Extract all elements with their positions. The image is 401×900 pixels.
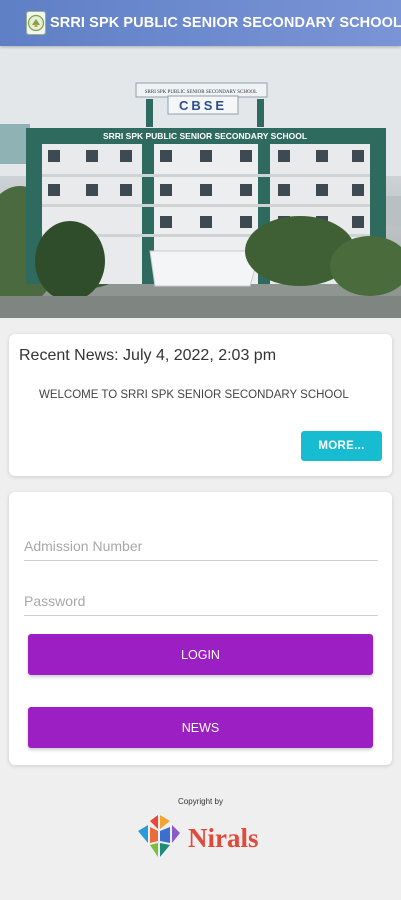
admission-number-field bbox=[24, 532, 378, 561]
more-button[interactable]: MORE... bbox=[301, 431, 382, 461]
news-button[interactable]: NEWS bbox=[28, 707, 373, 748]
hero-sign-top: SRRI SPK PUBLIC SENIOR SECONDARY SCHOOL bbox=[145, 90, 257, 95]
school-logo-icon bbox=[26, 11, 46, 35]
app-header: SRRI SPK PUBLIC SENIOR SECONDARY SCHOOL bbox=[0, 0, 401, 46]
school-photo: SRRI SPK PUBLIC SENIOR SECONDARY SCHOOL … bbox=[0, 46, 401, 318]
hero-sign-facade: SRRI SPK PUBLIC SENIOR SECONDARY SCHOOL bbox=[103, 131, 307, 141]
hero-sign-board: CBSE bbox=[179, 98, 227, 113]
recent-news-card: Recent News: July 4, 2022, 2:03 pm WELCO… bbox=[9, 334, 392, 476]
login-card: LOGIN NEWS bbox=[9, 492, 392, 765]
admission-number-input[interactable] bbox=[24, 532, 378, 560]
copyright-text: Copyright by bbox=[178, 797, 223, 806]
news-heading: Recent News: July 4, 2022, 2:03 pm bbox=[19, 347, 277, 364]
brand-name: Nirals bbox=[188, 823, 259, 853]
news-text: WELCOME TO SRRI SPK SENIOR SECONDARY SCH… bbox=[39, 389, 349, 401]
login-button[interactable]: LOGIN bbox=[28, 634, 373, 675]
nirals-logo-icon bbox=[136, 813, 182, 864]
password-input[interactable] bbox=[24, 587, 378, 615]
password-field bbox=[24, 587, 378, 616]
page-title: SRRI SPK PUBLIC SENIOR SECONDARY SCHOOL bbox=[50, 15, 401, 31]
nirals-brand: Nirals bbox=[136, 813, 259, 864]
footer: Copyright by Nirals bbox=[0, 795, 401, 865]
